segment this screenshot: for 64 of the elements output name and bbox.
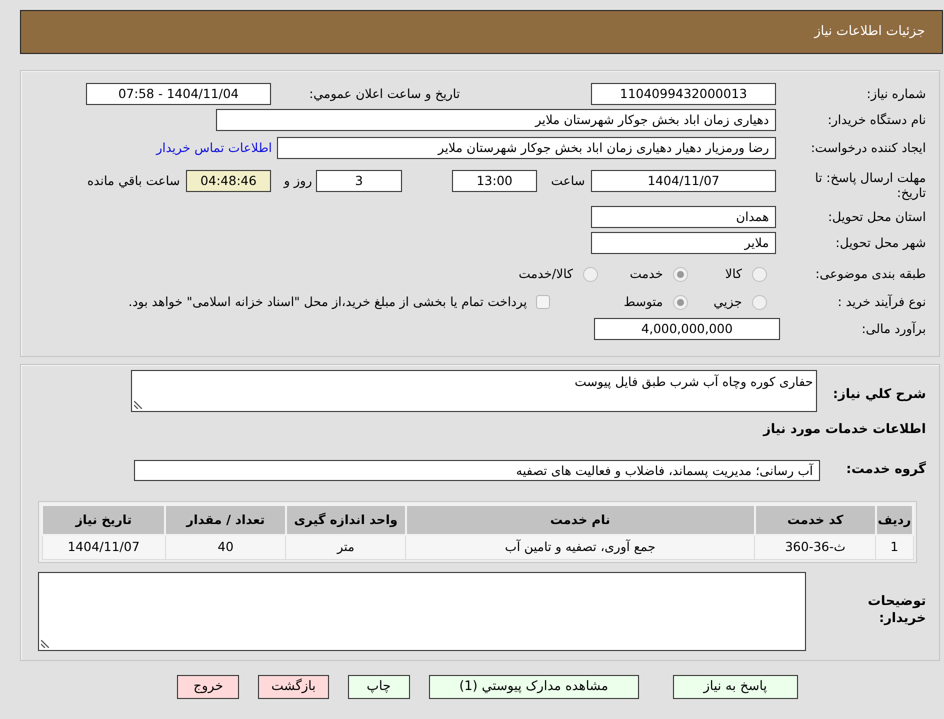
table-cell: 40 <box>165 535 286 559</box>
city-field[interactable]: ملایر <box>591 232 776 254</box>
budget-field[interactable]: 4,000,000,000 <box>594 318 780 340</box>
services-heading: اطلاعات خدمات مورد نیاز <box>763 422 926 437</box>
action-button[interactable]: مشاهده مدارک پیوستي (1) <box>428 674 639 698</box>
action-button[interactable]: بازگشت <box>258 674 329 698</box>
description-field[interactable]: حفاری کوره وچاه آب شرب طبق فایل پیوست <box>131 370 817 412</box>
action-button[interactable]: چاپ <box>348 674 410 698</box>
need-number-label: شماره نیاز: <box>866 86 926 101</box>
remaining-time-field[interactable]: 04:48:46 <box>186 170 271 192</box>
column-header: کد خدمت <box>754 505 876 535</box>
radio-label: جزيي <box>713 292 742 311</box>
radio-label: کالا <box>725 264 742 283</box>
action-button[interactable]: پاسخ به نیاز <box>672 674 798 698</box>
resize-grip-icon[interactable] <box>41 640 49 648</box>
buyer-notes-label: توضیحات خریدار: <box>866 593 926 628</box>
radio-button[interactable] <box>752 266 767 282</box>
radio-label: کالا/خدمت <box>518 264 573 283</box>
table-cell: 1404/11/07 <box>42 535 166 559</box>
requester-label: ایجاد کننده درخواست: <box>810 140 926 155</box>
deadline-date-field[interactable]: 1404/11/07 <box>591 170 776 192</box>
table-cell: ث-36-360 <box>754 535 876 559</box>
days-field[interactable]: 3 <box>316 170 402 192</box>
table-cell: جمع آوری، تصفیه و تامین آب <box>406 535 755 559</box>
deadline-label: مهلت ارسال پاسخ: تا تاریخ: <box>815 170 926 200</box>
deadline-time-field[interactable]: 13:00 <box>452 170 537 192</box>
column-header: تعداد / مقدار <box>165 505 286 535</box>
announce-date-field[interactable]: 1404/11/04 - 07:58 <box>86 83 271 105</box>
radio-button[interactable] <box>673 266 688 282</box>
buyer-contact-link[interactable]: اطلاعات تماس خریدار <box>156 138 272 158</box>
resize-grip-icon[interactable] <box>134 401 142 409</box>
radio-button[interactable] <box>752 294 767 310</box>
table-cell: متر <box>286 535 406 559</box>
radio-button[interactable] <box>673 294 688 310</box>
province-label: استان محل تحویل: <box>828 208 926 224</box>
column-header: ردیف <box>876 505 913 535</box>
description-label: شرح کلي نیاز: <box>832 387 926 402</box>
budget-label: برآورد مالی: <box>862 320 926 336</box>
category-label: طبقه بندی موضوعی: <box>815 266 926 281</box>
city-label: شهر محل تحویل: <box>836 234 926 250</box>
radio-label: خدمت <box>630 264 663 283</box>
province-field[interactable]: همدان <box>591 206 776 228</box>
buyer-org-field[interactable]: دهیاری زمان اباد بخش جوکار شهرستان ملایر <box>216 109 776 131</box>
column-header: تاریخ نیاز <box>42 505 166 535</box>
requester-field[interactable]: رضا ورمزیار دهیار دهیاری زمان اباد بخش جوکار شهرستان ملایر <box>277 137 776 159</box>
need-number-field[interactable]: 1104099432000013 <box>591 83 776 105</box>
column-header: نام خدمت <box>406 505 755 535</box>
purchase-type-label: نوع فرآیند خرید : <box>838 294 926 309</box>
radio-label: متوسط <box>624 292 663 311</box>
remaining-label: ساعت باقي مانده <box>87 172 180 190</box>
announce-date-label: تاریخ و ساعت اعلان عمومي: <box>309 86 460 101</box>
action-button[interactable]: خروج <box>177 674 240 698</box>
checkbox[interactable] <box>536 295 550 309</box>
service-group-label: گروه خدمت: <box>846 462 926 478</box>
service-group-field[interactable]: آب رسانی؛ مدیریت پسماند، فاضلاب و فعالیت های تصفیه <box>134 460 820 480</box>
time-label: ساعت <box>550 172 585 190</box>
buyer-org-label: نام دستگاه خریدار: <box>828 112 926 127</box>
treasury-option-label: پرداخت تمام یا بخشی از مبلغ خرید،از محل "اسناد خزانه اسلامی" خواهد بود. <box>128 292 527 311</box>
radio-button[interactable] <box>583 266 598 282</box>
table-cell: 1 <box>876 535 913 559</box>
page-title: جزئیات اطلاعات نیاز <box>814 23 925 42</box>
days-label: روز و <box>282 172 312 190</box>
column-header: واحد اندازه گیری <box>286 505 406 535</box>
buyer-notes-field[interactable] <box>38 572 806 650</box>
